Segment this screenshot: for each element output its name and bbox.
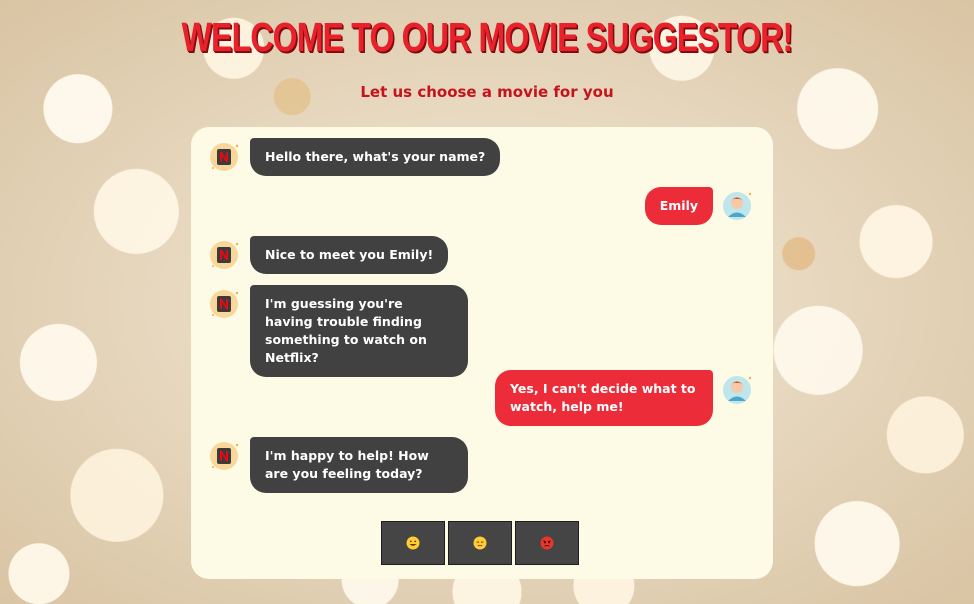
chat-message-bot: Hello there, what's your name? [191,127,773,179]
mood-options [381,521,579,565]
netflix-bot-avatar-icon [210,442,239,470]
chat-message-user: Yes, I can't decide what to watch, help … [191,369,773,429]
chat-message-bot: Nice to meet you Emily! [191,234,773,278]
angry-face-icon [540,536,554,550]
mood-sad-button[interactable] [448,521,512,565]
page-title: WELCOME TO OUR MOVIE SUGGESTOR! [181,14,794,60]
chat-bubble-text: I'm guessing you're having trouble findi… [250,285,468,377]
chat-bubble-text: Yes, I can't decide what to watch, help … [495,370,713,426]
mood-angry-button[interactable] [515,521,579,565]
mood-happy-button[interactable] [381,521,445,565]
user-avatar-icon [723,376,752,404]
netflix-bot-avatar-icon [210,241,239,269]
chat-message-bot: I'm happy to help! How are you feeling t… [191,435,773,497]
chat-message-bot: I'm guessing you're having trouble findi… [191,283,773,377]
chat-panel: Hello there, what's your name? Emily Nic… [191,127,773,579]
chat-bubble-text: Emily [644,187,713,225]
netflix-bot-avatar-icon [210,143,239,171]
netflix-bot-avatar-icon [210,290,239,318]
user-avatar-icon [723,192,752,220]
page-subtitle: Let us choose a movie for you [360,83,614,101]
grinning-face-icon [406,536,420,550]
chat-bubble-text: I'm happy to help! How are you feeling t… [250,437,468,493]
sad-face-icon [473,536,487,550]
chat-message-user: Emily [191,185,773,229]
chat-bubble-text: Hello there, what's your name? [250,138,501,176]
chat-bubble-text: Nice to meet you Emily! [250,236,449,274]
